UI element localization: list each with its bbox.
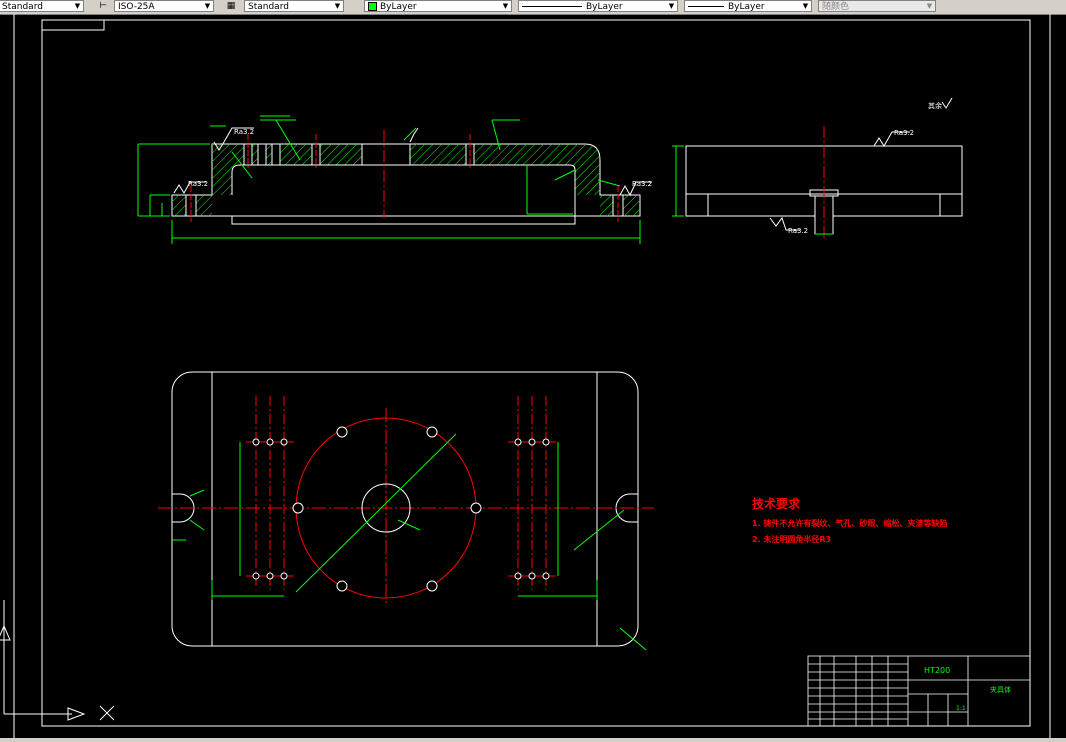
- dim-style-value: ISO-25A: [118, 2, 155, 12]
- scale-label: 1:1: [956, 705, 966, 712]
- part-name-label: 夹具体: [990, 685, 1011, 694]
- properties-toolbar: Standard ▼ ⊢ ISO-25A ▼ ▦ Standard ▼ ByLa…: [0, 0, 1066, 15]
- drawing-border: [41, 19, 1031, 727]
- top-view: [158, 371, 654, 651]
- dimension-style-icon[interactable]: ⊢: [96, 0, 110, 12]
- table-style-select[interactable]: Standard ▼: [244, 0, 344, 12]
- technical-requirements: 技术要求 1. 铸件不允许有裂纹、气孔、砂眼、缩松、夹渣等缺陷 2. 未注明圆角…: [752, 496, 947, 544]
- color-select[interactable]: ByLayer ▼: [364, 0, 512, 12]
- roughness-label: Ra3.2: [188, 180, 208, 188]
- dim-style-select[interactable]: ISO-25A ▼: [114, 0, 214, 12]
- roughness-label: Ra3.2: [234, 128, 254, 136]
- border-corner-mark: [42, 20, 105, 31]
- roughness-label: Ra3.2: [894, 129, 914, 137]
- tech-req-line: 1. 铸件不允许有裂纹、气孔、砂眼、缩松、夹渣等缺陷: [752, 518, 947, 528]
- chevron-down-icon: ▼: [668, 2, 675, 10]
- table-style-value: Standard: [248, 2, 289, 12]
- linetype-value: ByLayer: [586, 2, 623, 12]
- material-label: HT200: [924, 666, 950, 675]
- linetype-select[interactable]: ByLayer ▼: [518, 0, 678, 12]
- chevron-down-icon: ▼: [802, 2, 809, 10]
- chevron-down-icon: ▼: [502, 2, 509, 10]
- chevron-down-icon: ▼: [334, 2, 341, 10]
- lineweight-select[interactable]: ByLayer ▼: [684, 0, 812, 12]
- drawing-canvas[interactable]: Ra3.2 Ra3.2 Ra3.2 Ra3.2 Ra3.2 其余 技术要求 1.…: [0, 14, 1066, 738]
- chevron-down-icon: ▼: [926, 2, 933, 10]
- roughness-label: Ra3.2: [788, 227, 808, 235]
- lineweight-preview-icon: [688, 6, 724, 7]
- text-style-value: Standard: [2, 2, 43, 12]
- ucs-icon: [0, 600, 115, 721]
- color-value: ByLayer: [380, 2, 417, 12]
- side-view: Ra3.2 Ra3.2 其余: [672, 97, 963, 240]
- table-style-icon[interactable]: ▦: [224, 0, 238, 12]
- front-section-view: Ra3.2 Ra3.2 Ra3.2: [137, 115, 652, 244]
- tech-req-title: 技术要求: [752, 496, 801, 511]
- text-style-select[interactable]: Standard ▼: [0, 0, 84, 12]
- chevron-down-icon: ▼: [74, 2, 81, 10]
- lineweight-value: ByLayer: [728, 2, 765, 12]
- general-roughness-label: 其余: [928, 101, 942, 110]
- plot-style-select[interactable]: 随颜色 ▼: [818, 0, 936, 12]
- plot-style-value: 随颜色: [822, 2, 850, 12]
- tech-req-line: 2. 未注明圆角半径R3: [752, 534, 831, 544]
- linetype-preview-icon: [522, 6, 582, 7]
- color-swatch-icon: [368, 2, 377, 11]
- roughness-label: Ra3.2: [632, 180, 652, 188]
- status-bar: [0, 738, 1066, 742]
- chevron-down-icon: ▼: [204, 2, 211, 10]
